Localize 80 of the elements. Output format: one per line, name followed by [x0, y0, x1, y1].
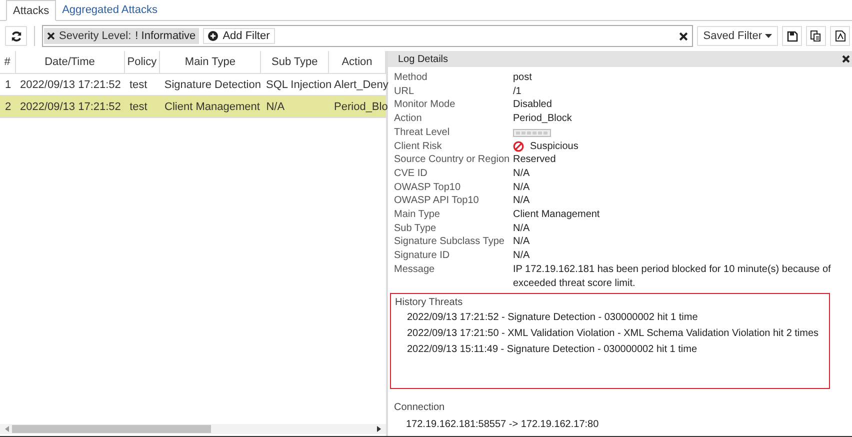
field-label: Monitor Mode: [394, 98, 456, 112]
history-entry: 2022/09/13 17:21:52 - Signature Detection - 030000002 hit 1 time: [406, 311, 699, 326]
field-value: Client Management: [513, 208, 601, 222]
field-value: IP 172.19.162.181 has been period blocked for 10 minute(s) because of exceeded threat score limit.: [513, 262, 832, 290]
column-header[interactable]: Date/Time: [16, 51, 125, 73]
caret-icon: [765, 34, 772, 38]
filter-value: ! Informative: [135, 30, 196, 42]
section-title: History Threats: [395, 296, 464, 310]
history-entry: 2022/09/13 15:11:49 - Signature Detection - 030000002 hit 1 time: [406, 343, 698, 358]
field-value: N/A: [513, 180, 531, 194]
table-cell-text: SQL Injection: [265, 78, 329, 92]
table-cell-text: 2022/09/13 17:21:52: [18, 78, 122, 92]
plus-circle-icon: [208, 31, 218, 41]
saved-filter-dropdown[interactable]: Saved Filter: [697, 26, 778, 46]
table-cell-text: Alert_Deny: [333, 78, 386, 92]
table-cell-text: Period_Blo: [333, 100, 386, 114]
field-value: N/A: [513, 222, 531, 236]
horizontal-scrollbar[interactable]: [0, 424, 386, 434]
documents-icon: [810, 30, 822, 42]
column-header[interactable]: Policy: [124, 51, 160, 73]
pdf-file-icon: [834, 30, 846, 42]
prohibited-icon: [513, 140, 524, 152]
column-header[interactable]: Action: [329, 51, 386, 73]
panel-title: Log Details: [398, 54, 448, 64]
history-entry: 2022/09/13 17:21:50 - XML Validation Violation - XML Schema Validation Violation hit 2 times: [406, 327, 820, 342]
table-cell-text: Client Management: [164, 100, 261, 114]
field-value: N/A: [513, 194, 531, 208]
scroll-left-icon[interactable]: [4, 426, 10, 432]
field-label: URL: [394, 84, 416, 98]
field-label: Method: [394, 71, 428, 85]
table-cell-text: test: [128, 100, 148, 114]
refresh-icon: [10, 30, 22, 42]
field-label: OWASP Top10: [394, 180, 462, 194]
table-cell-text: 2022/09/13 17:21:52: [18, 100, 122, 114]
field-label: Client Risk: [394, 140, 443, 154]
field-value: /1: [513, 84, 522, 98]
field-value: Reserved: [513, 153, 557, 167]
connection-value: 172.19.162.181:58557 -> 172.19.162.17:80: [405, 418, 600, 432]
table-cell-text: Signature Detection: [163, 78, 261, 92]
field-label: Signature Subclass Type: [394, 235, 506, 250]
close-icon[interactable]: [842, 55, 850, 63]
field-label: Source Country or Region: [394, 153, 511, 167]
field-label: Sub Type: [394, 222, 438, 236]
field-label: Threat Level: [394, 126, 451, 140]
field-label: OWASP API Top10: [394, 194, 480, 208]
column-header[interactable]: Sub Type: [261, 51, 330, 73]
refresh-button[interactable]: [5, 26, 27, 46]
column-header[interactable]: Main Type: [160, 51, 262, 73]
add-filter-button[interactable]: Add Filter: [202, 28, 275, 44]
field-value: Disabled: [513, 98, 553, 112]
save-button[interactable]: [782, 26, 802, 46]
threat-level-bar: [513, 128, 551, 137]
column-header[interactable]: #: [0, 51, 16, 73]
pdf-button[interactable]: [830, 26, 850, 46]
field-value: post: [513, 71, 533, 85]
field-value: Suspicious: [530, 140, 578, 154]
table-cell-text: test: [128, 78, 148, 92]
scroll-right-icon[interactable]: [376, 426, 382, 432]
table-cell-text: N/A: [265, 100, 286, 114]
table-row[interactable]: 2 2022/09/13 17:21:52 test Client Management N/A Period_Blo: [0, 96, 386, 118]
table-cell-text: 2: [4, 100, 12, 114]
clear-icon[interactable]: [679, 32, 688, 40]
filter-field[interactable]: Severity Level: ! Informative Add Filter: [42, 25, 694, 47]
field-label: Message: [394, 262, 436, 277]
field-value: N/A: [513, 249, 531, 263]
field-label: Main Type: [394, 208, 441, 222]
export-button[interactable]: [806, 26, 826, 46]
field-label: Signature ID: [394, 249, 451, 263]
field-value: N/A: [513, 166, 531, 181]
filter-label: Severity Level:: [59, 30, 132, 42]
tab[interactable]: Aggregated Attacks: [56, 0, 164, 20]
section-title: Connection: [394, 401, 446, 416]
field-label: Action: [394, 112, 423, 126]
remove-icon[interactable]: [47, 32, 55, 40]
field-value: N/A: [513, 235, 531, 250]
filter-chip[interactable]: Severity Level: ! Informative: [44, 28, 199, 44]
table-cell-text: 1: [4, 78, 12, 92]
field-label: CVE ID: [394, 166, 428, 181]
field-value: Period_Block: [513, 112, 573, 126]
tab[interactable]: Attacks: [6, 0, 56, 21]
